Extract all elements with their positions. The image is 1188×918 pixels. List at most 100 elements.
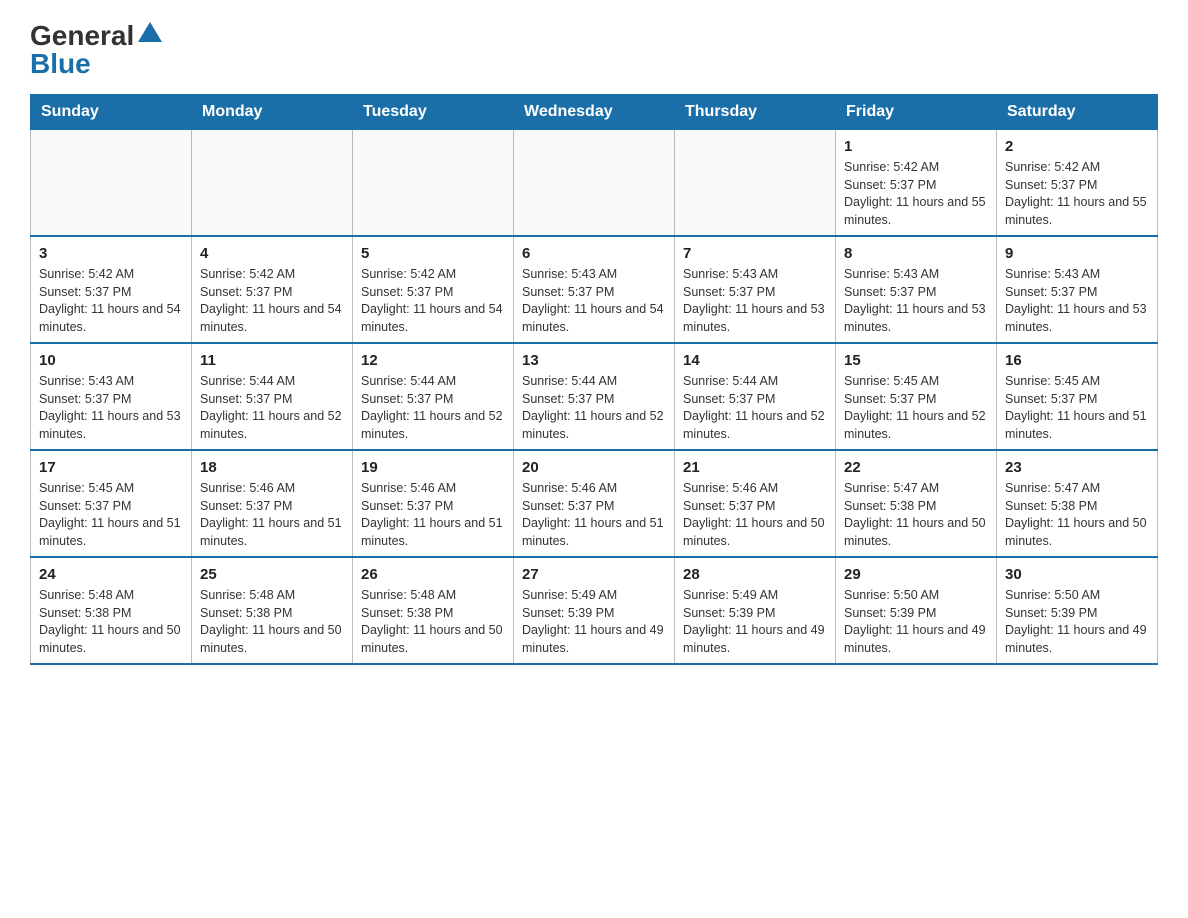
calendar-cell: 21Sunrise: 5:46 AMSunset: 5:37 PMDayligh… — [675, 450, 836, 557]
day-number: 24 — [39, 564, 183, 585]
day-info: Sunrise: 5:44 AMSunset: 5:37 PMDaylight:… — [683, 373, 827, 443]
calendar-cell: 7Sunrise: 5:43 AMSunset: 5:37 PMDaylight… — [675, 236, 836, 343]
day-number: 9 — [1005, 243, 1149, 264]
calendar-cell: 27Sunrise: 5:49 AMSunset: 5:39 PMDayligh… — [514, 557, 675, 664]
calendar-cell: 20Sunrise: 5:46 AMSunset: 5:37 PMDayligh… — [514, 450, 675, 557]
day-info: Sunrise: 5:46 AMSunset: 5:37 PMDaylight:… — [683, 480, 827, 550]
day-info: Sunrise: 5:43 AMSunset: 5:37 PMDaylight:… — [683, 266, 827, 336]
day-number: 7 — [683, 243, 827, 264]
day-info: Sunrise: 5:46 AMSunset: 5:37 PMDaylight:… — [361, 480, 505, 550]
day-info: Sunrise: 5:43 AMSunset: 5:37 PMDaylight:… — [1005, 266, 1149, 336]
calendar-cell: 11Sunrise: 5:44 AMSunset: 5:37 PMDayligh… — [192, 343, 353, 450]
day-number: 22 — [844, 457, 988, 478]
calendar-cell: 28Sunrise: 5:49 AMSunset: 5:39 PMDayligh… — [675, 557, 836, 664]
day-info: Sunrise: 5:42 AMSunset: 5:37 PMDaylight:… — [200, 266, 344, 336]
calendar-cell: 23Sunrise: 5:47 AMSunset: 5:38 PMDayligh… — [997, 450, 1158, 557]
day-number: 23 — [1005, 457, 1149, 478]
calendar-cell — [31, 130, 192, 237]
day-number: 5 — [361, 243, 505, 264]
logo-blue: Blue — [30, 48, 91, 80]
day-info: Sunrise: 5:45 AMSunset: 5:37 PMDaylight:… — [39, 480, 183, 550]
day-info: Sunrise: 5:48 AMSunset: 5:38 PMDaylight:… — [200, 587, 344, 657]
day-number: 12 — [361, 350, 505, 371]
day-number: 16 — [1005, 350, 1149, 371]
day-number: 30 — [1005, 564, 1149, 585]
day-number: 28 — [683, 564, 827, 585]
calendar-cell: 5Sunrise: 5:42 AMSunset: 5:37 PMDaylight… — [353, 236, 514, 343]
calendar-cell: 8Sunrise: 5:43 AMSunset: 5:37 PMDaylight… — [836, 236, 997, 343]
day-number: 8 — [844, 243, 988, 264]
day-number: 13 — [522, 350, 666, 371]
day-info: Sunrise: 5:49 AMSunset: 5:39 PMDaylight:… — [683, 587, 827, 657]
day-of-week-thursday: Thursday — [675, 95, 836, 130]
calendar-cell: 4Sunrise: 5:42 AMSunset: 5:37 PMDaylight… — [192, 236, 353, 343]
calendar-cell: 2Sunrise: 5:42 AMSunset: 5:37 PMDaylight… — [997, 130, 1158, 237]
calendar-cell — [675, 130, 836, 237]
calendar-cell: 22Sunrise: 5:47 AMSunset: 5:38 PMDayligh… — [836, 450, 997, 557]
calendar-cell: 16Sunrise: 5:45 AMSunset: 5:37 PMDayligh… — [997, 343, 1158, 450]
day-number: 10 — [39, 350, 183, 371]
day-of-week-tuesday: Tuesday — [353, 95, 514, 130]
calendar-cell: 1Sunrise: 5:42 AMSunset: 5:37 PMDaylight… — [836, 130, 997, 237]
day-info: Sunrise: 5:50 AMSunset: 5:39 PMDaylight:… — [844, 587, 988, 657]
day-number: 6 — [522, 243, 666, 264]
day-info: Sunrise: 5:50 AMSunset: 5:39 PMDaylight:… — [1005, 587, 1149, 657]
day-number: 1 — [844, 136, 988, 157]
calendar-cell: 24Sunrise: 5:48 AMSunset: 5:38 PMDayligh… — [31, 557, 192, 664]
day-number: 18 — [200, 457, 344, 478]
calendar-cell: 9Sunrise: 5:43 AMSunset: 5:37 PMDaylight… — [997, 236, 1158, 343]
day-number: 2 — [1005, 136, 1149, 157]
day-info: Sunrise: 5:45 AMSunset: 5:37 PMDaylight:… — [1005, 373, 1149, 443]
day-of-week-sunday: Sunday — [31, 95, 192, 130]
day-number: 21 — [683, 457, 827, 478]
day-info: Sunrise: 5:42 AMSunset: 5:37 PMDaylight:… — [361, 266, 505, 336]
day-info: Sunrise: 5:44 AMSunset: 5:37 PMDaylight:… — [200, 373, 344, 443]
day-info: Sunrise: 5:47 AMSunset: 5:38 PMDaylight:… — [844, 480, 988, 550]
day-info: Sunrise: 5:45 AMSunset: 5:37 PMDaylight:… — [844, 373, 988, 443]
day-number: 19 — [361, 457, 505, 478]
logo-icon — [136, 20, 164, 48]
calendar-cell: 25Sunrise: 5:48 AMSunset: 5:38 PMDayligh… — [192, 557, 353, 664]
calendar-cell: 12Sunrise: 5:44 AMSunset: 5:37 PMDayligh… — [353, 343, 514, 450]
day-info: Sunrise: 5:48 AMSunset: 5:38 PMDaylight:… — [39, 587, 183, 657]
day-info: Sunrise: 5:44 AMSunset: 5:37 PMDaylight:… — [361, 373, 505, 443]
logo: General Blue — [30, 20, 164, 80]
calendar: SundayMondayTuesdayWednesdayThursdayFrid… — [30, 94, 1158, 665]
day-info: Sunrise: 5:44 AMSunset: 5:37 PMDaylight:… — [522, 373, 666, 443]
calendar-cell: 15Sunrise: 5:45 AMSunset: 5:37 PMDayligh… — [836, 343, 997, 450]
day-of-week-saturday: Saturday — [997, 95, 1158, 130]
calendar-cell: 19Sunrise: 5:46 AMSunset: 5:37 PMDayligh… — [353, 450, 514, 557]
day-of-week-monday: Monday — [192, 95, 353, 130]
day-info: Sunrise: 5:47 AMSunset: 5:38 PMDaylight:… — [1005, 480, 1149, 550]
day-info: Sunrise: 5:46 AMSunset: 5:37 PMDaylight:… — [522, 480, 666, 550]
day-number: 14 — [683, 350, 827, 371]
day-info: Sunrise: 5:46 AMSunset: 5:37 PMDaylight:… — [200, 480, 344, 550]
calendar-cell: 6Sunrise: 5:43 AMSunset: 5:37 PMDaylight… — [514, 236, 675, 343]
calendar-cell: 29Sunrise: 5:50 AMSunset: 5:39 PMDayligh… — [836, 557, 997, 664]
day-info: Sunrise: 5:49 AMSunset: 5:39 PMDaylight:… — [522, 587, 666, 657]
day-info: Sunrise: 5:43 AMSunset: 5:37 PMDaylight:… — [844, 266, 988, 336]
calendar-cell — [353, 130, 514, 237]
day-info: Sunrise: 5:48 AMSunset: 5:38 PMDaylight:… — [361, 587, 505, 657]
calendar-cell: 3Sunrise: 5:42 AMSunset: 5:37 PMDaylight… — [31, 236, 192, 343]
calendar-cell: 30Sunrise: 5:50 AMSunset: 5:39 PMDayligh… — [997, 557, 1158, 664]
calendar-cell: 26Sunrise: 5:48 AMSunset: 5:38 PMDayligh… — [353, 557, 514, 664]
day-of-week-wednesday: Wednesday — [514, 95, 675, 130]
day-info: Sunrise: 5:42 AMSunset: 5:37 PMDaylight:… — [39, 266, 183, 336]
day-number: 26 — [361, 564, 505, 585]
calendar-cell: 18Sunrise: 5:46 AMSunset: 5:37 PMDayligh… — [192, 450, 353, 557]
day-info: Sunrise: 5:42 AMSunset: 5:37 PMDaylight:… — [844, 159, 988, 229]
day-number: 17 — [39, 457, 183, 478]
calendar-cell: 13Sunrise: 5:44 AMSunset: 5:37 PMDayligh… — [514, 343, 675, 450]
day-number: 11 — [200, 350, 344, 371]
day-number: 3 — [39, 243, 183, 264]
calendar-cell — [514, 130, 675, 237]
calendar-cell: 17Sunrise: 5:45 AMSunset: 5:37 PMDayligh… — [31, 450, 192, 557]
calendar-cell: 14Sunrise: 5:44 AMSunset: 5:37 PMDayligh… — [675, 343, 836, 450]
day-number: 25 — [200, 564, 344, 585]
calendar-cell — [192, 130, 353, 237]
day-number: 4 — [200, 243, 344, 264]
calendar-cell: 10Sunrise: 5:43 AMSunset: 5:37 PMDayligh… — [31, 343, 192, 450]
day-number: 29 — [844, 564, 988, 585]
day-info: Sunrise: 5:43 AMSunset: 5:37 PMDaylight:… — [39, 373, 183, 443]
